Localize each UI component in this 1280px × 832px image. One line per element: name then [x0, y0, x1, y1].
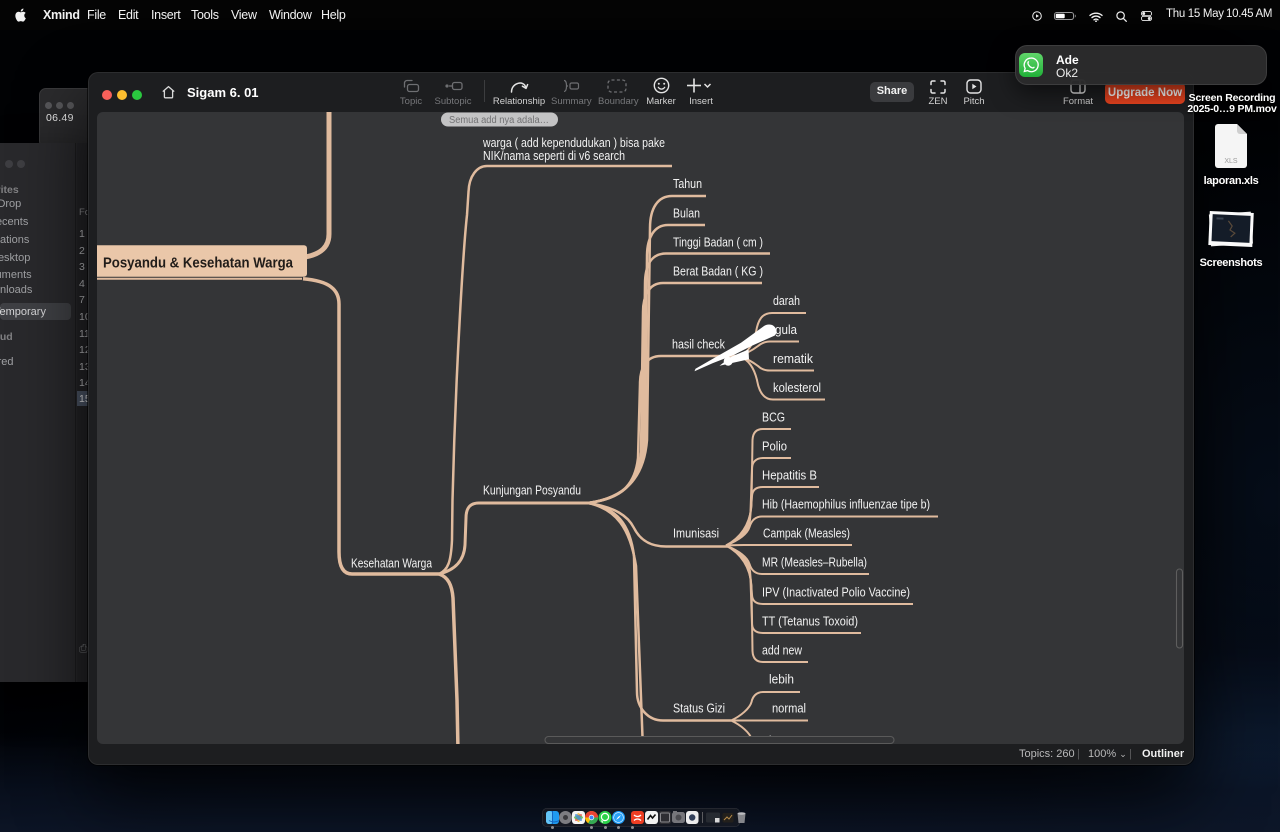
svg-text:gula: gula	[775, 323, 797, 337]
svg-text:Tahun: Tahun	[673, 177, 702, 191]
svg-text:Kesehatan Warga: Kesehatan Warga	[351, 557, 432, 571]
svg-text:IPV (Inactivated Polio Vaccine: IPV (Inactivated Polio Vaccine)	[762, 586, 910, 600]
svg-text:XLS: XLS	[1224, 158, 1238, 165]
svg-text:TT (Tetanus Toxoid): TT (Tetanus Toxoid)	[762, 615, 858, 629]
svg-text:Status Gizi: Status Gizi	[673, 702, 725, 716]
svg-text:lebih: lebih	[769, 673, 794, 687]
svg-text:Berat Badan ( KG ): Berat Badan ( KG )	[673, 265, 763, 279]
svg-text:hasil check: hasil check	[672, 338, 726, 352]
svg-text:Tinggi Badan ( cm ): Tinggi Badan ( cm )	[673, 236, 763, 250]
svg-text:normal: normal	[772, 702, 806, 716]
svg-text:Kunjungan Posyandu: Kunjungan Posyandu	[483, 484, 581, 498]
svg-text:warga ( add kependudukan ) bis: warga ( add kependudukan ) bisa pake	[482, 136, 665, 150]
svg-text:Bulan: Bulan	[673, 207, 700, 221]
svg-text:add new: add new	[762, 644, 803, 658]
svg-text:BCG: BCG	[762, 411, 785, 425]
svg-text:Polio: Polio	[762, 440, 787, 454]
svg-text:Posyandu & Kesehatan Warga: Posyandu & Kesehatan Warga	[103, 256, 294, 272]
svg-text:NIK/nama seperti di v6 search: NIK/nama seperti di v6 search	[483, 149, 625, 163]
svg-text:rematik: rematik	[773, 352, 814, 366]
svg-text:MR (Measles–Rubella): MR (Measles–Rubella)	[762, 556, 867, 570]
svg-text:Imunisasi: Imunisasi	[673, 527, 719, 541]
svg-text:Campak (Measles): Campak (Measles)	[763, 527, 850, 541]
svg-text:darah: darah	[773, 294, 800, 308]
svg-text:Hepatitis B: Hepatitis B	[762, 469, 817, 483]
svg-text:Semua add nya adala…: Semua add nya adala…	[449, 115, 549, 126]
svg-text:Hib (Haemophilus influenzae ti: Hib (Haemophilus influenzae tipe b)	[762, 498, 930, 512]
svg-text:kolesterol: kolesterol	[773, 381, 821, 395]
